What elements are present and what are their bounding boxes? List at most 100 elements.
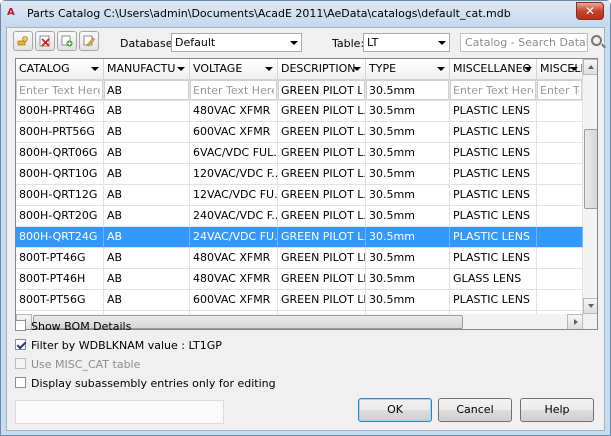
ok-button[interactable]: OK <box>358 398 432 422</box>
filter-row[interactable] <box>16 80 583 101</box>
scroll-right-button[interactable] <box>567 314 583 329</box>
column-filter-input[interactable] <box>537 80 582 100</box>
display-subassembly-checkbox[interactable] <box>15 377 26 388</box>
table-cell: AB <box>104 248 190 269</box>
table-cell <box>537 248 583 269</box>
column-header[interactable]: CATALOG <box>16 59 104 80</box>
scroll-up-button[interactable] <box>583 59 597 75</box>
table-cell <box>537 164 583 185</box>
show-bom-details-checkbox[interactable] <box>15 320 26 331</box>
table-cell: AB <box>104 122 190 143</box>
table-cell: 800T-PT46H <box>16 269 104 290</box>
add-record-icon <box>61 35 73 47</box>
show-bom-details-label: Show BOM Details <box>31 320 132 333</box>
table-row[interactable]: 800H-QRT10G AB 120VAC/VDC F... GREEN PILOT … <box>16 164 583 185</box>
cancel-button[interactable]: Cancel <box>438 398 512 422</box>
column-filter-input[interactable] <box>450 80 536 100</box>
display-subassembly-option[interactable]: Display subassembly entries only for edi… <box>15 377 276 391</box>
table-row[interactable]: 800H-PRT56G AB 600VAC XFMR GREEN PILOT L...… <box>16 122 583 143</box>
vertical-scroll-thumb[interactable] <box>584 129 597 209</box>
column-header[interactable]: TYPE <box>366 59 450 80</box>
column-filter-input[interactable] <box>366 80 449 100</box>
table-label: Table: <box>332 37 365 50</box>
table-cell: 240VAC/VDC F... <box>190 206 278 227</box>
table-cell: AB <box>104 101 190 122</box>
table-cell: 30.5mm <box>366 164 450 185</box>
chevron-down-icon[interactable] <box>437 67 445 71</box>
column-filter-input[interactable] <box>278 80 365 100</box>
table-cell: 800H-PRT56G <box>16 122 104 143</box>
filter-cell <box>450 80 537 101</box>
search-placeholder: Catalog - Search Database <box>465 36 587 49</box>
database-dropdown[interactable]: Default <box>171 33 302 52</box>
column-header[interactable]: VOLTAGE <box>190 59 278 80</box>
edit-catalog-entry-button[interactable] <box>13 31 33 51</box>
column-header[interactable]: MISCELLANEO <box>450 59 537 80</box>
dialog-body: Database: Default Table: LT Catalog - Se… <box>6 27 605 431</box>
table-cell: 800H-QRT10G <box>16 164 104 185</box>
use-misc-cat-label: Use MISC_CAT table <box>31 358 141 371</box>
table-cell: 30.5mm <box>366 227 450 248</box>
filter-cell <box>104 80 190 101</box>
column-header[interactable]: MISCELLA <box>537 59 583 80</box>
chevron-down-icon[interactable] <box>524 67 532 71</box>
table-cell <box>537 101 583 122</box>
chevron-down-icon[interactable] <box>91 67 99 71</box>
scroll-down-button[interactable] <box>583 298 597 314</box>
table-row[interactable]: 800H-QRT24G AB 24VAC/VDC FU... GREEN PILOT … <box>16 227 583 248</box>
table-row[interactable]: 800H-PRT46G AB 480VAC XFMR GREEN PILOT L...… <box>16 101 583 122</box>
column-header[interactable]: DESCRIPTION <box>278 59 366 80</box>
column-header-label: MANUFACTU <box>107 62 176 75</box>
window-title: Parts Catalog C:\Users\admin\Documents\A… <box>27 7 511 20</box>
chevron-down-icon[interactable] <box>570 67 578 71</box>
column-filter-input[interactable] <box>16 80 103 100</box>
search-icon[interactable] <box>591 35 602 46</box>
table-cell: 600VAC XFMR <box>190 122 278 143</box>
table-cell: 800H-QRT12G <box>16 185 104 206</box>
table-cell: 800H-QRT20G <box>16 206 104 227</box>
table-row[interactable]: 800T-PT46HAB480VAC XFMRGREEN PILOT LI...… <box>16 269 583 290</box>
table-cell: 30.5mm <box>366 248 450 269</box>
table-dropdown[interactable]: LT <box>363 33 450 52</box>
title-bar[interactable]: A Parts Catalog C:\Users\admin\Documents… <box>1 1 610 27</box>
catalog-search-input[interactable]: Catalog - Search Database <box>460 33 588 52</box>
table-row[interactable]: 800T-PT46GAB480VAC XFMRGREEN PILOT LI...… <box>16 248 583 269</box>
show-bom-details-option[interactable]: Show BOM Details <box>15 320 131 334</box>
add-catalog-entry-button[interactable] <box>57 31 77 51</box>
use-misc-cat-option: Use MISC_CAT table <box>15 358 140 372</box>
table-cell <box>537 206 583 227</box>
table-row[interactable]: 800H-QRT06G AB 6VAC/VDC FUL... GREEN PILOT … <box>16 143 583 164</box>
table-row[interactable]: 800H-QRT12G AB 12VAC/VDC FU... GREEN PILOT … <box>16 185 583 206</box>
filter-wdblknam-option[interactable]: Filter by WDBLKNAM value : LT1GP <box>15 339 222 353</box>
filter-wdblknam-label: Filter by WDBLKNAM value : LT1GP <box>31 339 222 352</box>
column-filter-input[interactable] <box>104 80 189 100</box>
close-button[interactable]: ✕ <box>576 2 604 20</box>
table-cell: 30.5mm <box>366 185 450 206</box>
table-cell: 30.5mm <box>366 269 450 290</box>
delete-catalog-entry-button[interactable] <box>35 31 55 51</box>
table-cell <box>537 227 583 248</box>
chevron-down-icon[interactable] <box>265 67 273 71</box>
table-cell: AB <box>104 227 190 248</box>
use-misc-cat-checkbox <box>15 358 26 369</box>
table-row[interactable]: 800T-PT56GAB600VAC XFMRGREEN PILOT LI...… <box>16 290 583 311</box>
table-cell: GREEN PILOT L... <box>278 122 366 143</box>
filter-wdblknam-checkbox[interactable] <box>15 339 26 350</box>
chevron-down-icon[interactable] <box>177 67 185 71</box>
help-button[interactable]: Help <box>520 398 594 422</box>
chevron-down-icon[interactable] <box>353 67 361 71</box>
column-header[interactable]: MANUFACTU <box>104 59 190 80</box>
filter-cell <box>16 80 104 101</box>
column-filter-input[interactable] <box>190 80 277 100</box>
table-cell: AB <box>104 185 190 206</box>
table-cell: GREEN PILOT L... <box>278 206 366 227</box>
copy-catalog-entry-button[interactable] <box>79 31 99 51</box>
table-cell: GREEN PILOT L... <box>278 101 366 122</box>
table-cell: PLASTIC LENS <box>450 185 537 206</box>
column-header-row[interactable]: CATALOG MANUFACTU VOLTAGE DESCRIPTION TYPE MI… <box>16 59 583 80</box>
chevron-down-icon <box>290 41 298 45</box>
table-row[interactable]: 800H-QRT20G AB 240VAC/VDC F... GREEN PILOT … <box>16 206 583 227</box>
pencil-key-icon <box>17 36 28 46</box>
vertical-scrollbar[interactable] <box>583 59 597 314</box>
table-cell: PLASTIC LENS <box>450 248 537 269</box>
